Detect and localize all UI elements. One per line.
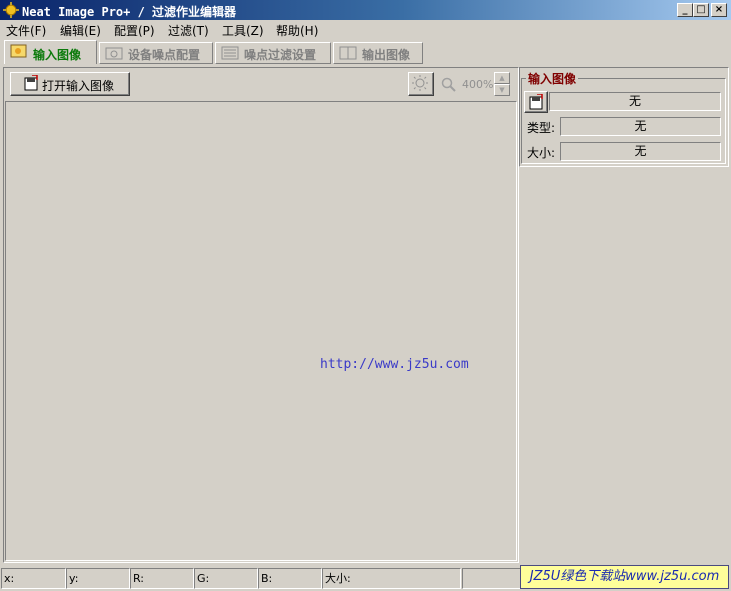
window-title: Neat Image Pro+ / 过滤作业编辑器: [22, 5, 237, 19]
tab-label: 设备噪点配置: [128, 48, 201, 62]
zoom-level: 400%: [462, 78, 494, 91]
close-button[interactable]: ×: [711, 3, 727, 17]
minimize-button[interactable]: _: [677, 3, 693, 17]
type-field: 无: [560, 117, 721, 136]
menu-file[interactable]: 文件(F): [6, 22, 46, 39]
tab-label: 输入图像: [33, 48, 82, 62]
menu-edit[interactable]: 编辑(E): [60, 22, 101, 39]
tab-input-image[interactable]: 输入图像: [4, 40, 97, 64]
maximize-button[interactable]: □: [693, 3, 709, 17]
app-icon: [3, 2, 19, 18]
save-input-button[interactable]: [524, 91, 548, 113]
menu-profile[interactable]: 配置(P): [114, 22, 155, 39]
open-input-image-button[interactable]: 打开输入图像: [10, 72, 130, 96]
brightness-button[interactable]: [408, 72, 434, 96]
open-input-image-label: 打开输入图像: [42, 79, 115, 93]
tab-label: 输出图像: [362, 48, 411, 62]
camera-icon: [105, 47, 123, 60]
status-g: G:: [194, 568, 258, 589]
watermark-url: http://www.jz5u.com: [320, 357, 469, 372]
zoom-icon[interactable]: [441, 77, 457, 93]
image-view-panel: 打开输入图像 400% ▲ ▼ http://www.jz5u.com: [3, 67, 519, 563]
zoom-down-icon[interactable]: ▼: [494, 84, 510, 96]
open-file-icon: [24, 75, 38, 91]
status-x: x:: [1, 568, 66, 589]
download-site-banner: JZ5U绿色下载站www.jz5u.com: [520, 565, 729, 589]
filter-settings-icon: [221, 46, 239, 60]
menu-filter[interactable]: 过滤(T): [168, 22, 209, 39]
status-b: B:: [258, 568, 322, 589]
sun-icon: [412, 75, 428, 91]
input-image-icon: [10, 44, 27, 58]
tab-output-image[interactable]: 输出图像: [333, 42, 423, 64]
zoom-spinner[interactable]: ▲ ▼: [494, 72, 510, 96]
menu-bar: 文件(F) 编辑(E) 配置(P) 过滤(T) 工具(Z) 帮助(H): [0, 20, 731, 39]
output-image-icon: [339, 46, 357, 60]
status-extra: [462, 568, 521, 589]
input-info-panel: 输入图像 无 类型: 无 大小: 无: [519, 67, 729, 167]
title-bar: Neat Image Pro+ / 过滤作业编辑器 _ □ ×: [0, 0, 731, 20]
input-image-group: 输入图像 无 类型: 无 大小: 无: [521, 70, 726, 164]
type-label: 类型:: [527, 121, 556, 135]
toolbar: 打开输入图像 400% ▲ ▼: [4, 68, 518, 100]
status-r: R:: [130, 568, 194, 589]
menu-tools[interactable]: 工具(Z): [222, 22, 264, 39]
status-size: 大小:: [322, 568, 461, 589]
tab-device-noise-profile[interactable]: 设备噪点配置: [99, 42, 213, 64]
status-y: y:: [66, 568, 130, 589]
group-title: 输入图像: [526, 70, 579, 87]
menu-help[interactable]: 帮助(H): [276, 22, 318, 39]
size-label: 大小:: [527, 146, 556, 160]
save-icon: [529, 94, 543, 110]
tab-label: 噪点过滤设置: [244, 48, 317, 62]
image-canvas[interactable]: http://www.jz5u.com: [5, 101, 517, 561]
tab-noise-filter-settings[interactable]: 噪点过滤设置: [215, 42, 331, 64]
input-file-field: 无: [549, 92, 721, 111]
size-field: 无: [560, 142, 721, 161]
zoom-up-icon[interactable]: ▲: [494, 72, 510, 84]
